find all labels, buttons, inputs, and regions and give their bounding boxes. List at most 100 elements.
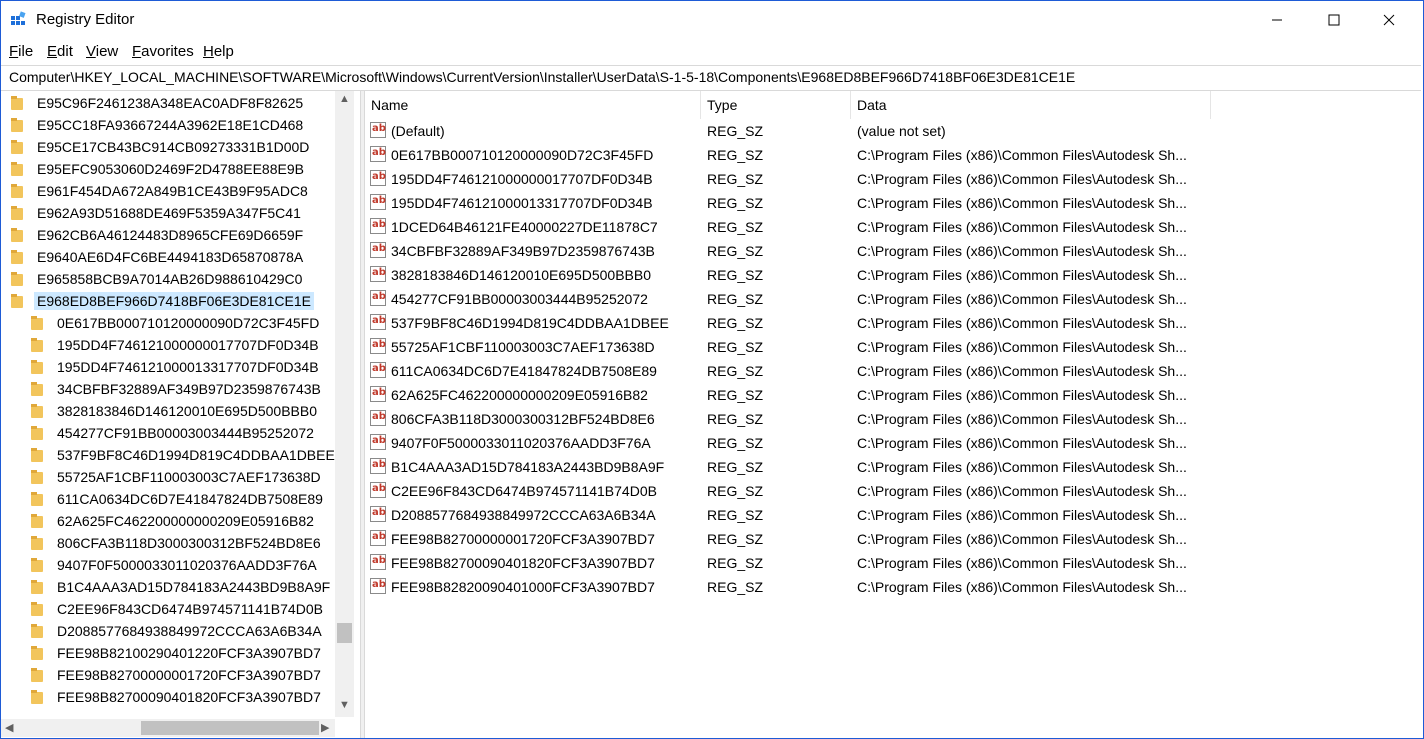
value-row[interactable]: ab 195DD4F746121000013317707DF0D34B REG_SZ… — [364, 191, 1364, 215]
scroll-left-icon[interactable]: ◀ — [5, 721, 13, 734]
tree-vertical-scrollbar[interactable]: ▲ ▼ — [335, 91, 354, 717]
value-row[interactable]: ab FEE98B82700000001720FCF3A3907BD7 REG_SZ… — [364, 527, 1364, 551]
tree-item[interactable]: C2EE96F843CD6474B974571141B74D0B — [31, 598, 323, 620]
value-row[interactable]: ab 611CA0634DC6D7E41847824DB7508E89 REG_SZ… — [364, 359, 1364, 383]
value-row[interactable]: ab 1DCED64B46121FE40000227DE11878C7 REG_SZ… — [364, 215, 1364, 239]
value-type: REG_SZ — [707, 123, 764, 139]
menu-label-rest: ile — [18, 43, 34, 60]
tree-item[interactable]: 537F9BF8C46D1994D819C4DDBAA1DBEE — [31, 444, 335, 466]
column-header-name[interactable]: Name — [364, 94, 700, 116]
value-row[interactable]: ab 3828183846D146120010E695D500BBB0 REG_SZ… — [364, 263, 1364, 287]
close-button[interactable] — [1363, 1, 1415, 39]
tree-item[interactable]: E95C96F2461238A348EAC0ADF8F82625 — [11, 92, 303, 114]
menu-label-rest: avorites — [141, 43, 194, 60]
maximize-button[interactable] — [1308, 1, 1360, 39]
scroll-up-icon[interactable]: ▲ — [339, 93, 350, 105]
address-path[interactable]: Computer\HKEY_LOCAL_MACHINE\SOFTWARE\Mic… — [9, 69, 1075, 85]
folder-icon — [31, 602, 45, 616]
menu-file[interactable]: File — [9, 43, 33, 60]
value-row[interactable]: ab 806CFA3B118D3000300312BF524BD8E6 REG_SZ… — [364, 407, 1364, 431]
tree-item[interactable]: E95CE17CB43BC914CB09273331B1D00D — [11, 136, 309, 158]
value-row[interactable]: ab 0E617BB000710120000090D72C3F45FD REG_SZ… — [364, 143, 1364, 167]
tree-item[interactable]: 195DD4F746121000013317707DF0D34B — [31, 356, 319, 378]
tree-item[interactable]: 3828183846D146120010E695D500BBB0 — [31, 400, 317, 422]
key-tree[interactable]: E95C96F2461238A348EAC0ADF8F82625 E95CC18F… — [1, 91, 357, 738]
tree-item[interactable]: D208857768493884997​2CCCA63A6B34A — [31, 620, 322, 642]
tree-item[interactable]: B1C4AAA3AD15D784183A2443BD9B8A9F — [31, 576, 330, 598]
folder-icon — [31, 514, 45, 528]
value-name: 537F9BF8C46D1994D819C4DDBAA1DBEE — [391, 315, 669, 331]
tree-item[interactable]: E95EFC9053060D2469F2D4788EE88E9B — [11, 158, 304, 180]
tree-item-label: E95C96F2461238A348EAC0ADF8F82625 — [37, 95, 304, 111]
value-type: REG_SZ — [707, 171, 764, 187]
folder-icon — [11, 294, 25, 308]
value-row[interactable]: ab 9407F0F5000033011020376AADD3F76A REG_SZ… — [364, 431, 1364, 455]
value-row[interactable]: ab 195DD4F746121000000017707DF0D34B REG_SZ… — [364, 167, 1364, 191]
value-row[interactable]: ab C2EE96F843CD6474B974571141B74D0B REG_SZ… — [364, 479, 1364, 503]
value-row[interactable]: ab 454277CF91BB00003003444B95252072 REG_SZ… — [364, 287, 1364, 311]
tree-item[interactable]: 55725AF1CBF110003003C7AEF173638D — [31, 466, 321, 488]
value-row[interactable]: ab FEE98B82820090401000FCF3A3907BD7 REG_SZ… — [364, 575, 1364, 599]
tree-item[interactable]: E95CC18FA93667244A3962E18E1CD468 — [11, 114, 303, 136]
folder-icon — [31, 448, 45, 462]
menu-edit[interactable]: Edit — [47, 43, 73, 60]
value-type: REG_SZ — [707, 363, 764, 379]
value-row[interactable]: ab FEE98B82700090401820FCF3A3907BD7 REG_SZ… — [364, 551, 1364, 575]
tree-item[interactable]: 0E617BB000710120000090D72C3F45FD — [31, 312, 319, 334]
tree-item[interactable]: FEE98B82700090401820FCF3A3907BD7 — [31, 686, 321, 708]
tree-item[interactable]: E965858BCB9A7014AB26D988610429C0 — [11, 268, 302, 290]
title-bar[interactable]: Registry Editor — [1, 1, 1423, 39]
column-header-type[interactable]: Type — [700, 94, 850, 116]
menu-help[interactable]: Help — [203, 43, 234, 60]
tree-item-label: 611CA0634DC6D7E41847824DB7508E89 — [57, 491, 323, 507]
tree-item-label: E968ED8BEF966D7418BF06E3DE81CE1E — [34, 292, 314, 310]
column-divider[interactable] — [1210, 91, 1211, 119]
value-type: REG_SZ — [707, 147, 764, 163]
column-header-data[interactable]: Data — [850, 94, 1210, 116]
value-name: (Default) — [391, 123, 445, 139]
tree-item[interactable]: 62A625FC462200000000209E05916B82 — [31, 510, 314, 532]
value-data: C:\Program Files (x86)\Common Files\Auto… — [857, 171, 1187, 187]
value-row[interactable]: ab 55725AF1CBF110003003C7AEF173638D REG_SZ… — [364, 335, 1364, 359]
value-row[interactable]: ab 537F9BF8C46D1994D819C4DDBAA1DBEE REG_SZ… — [364, 311, 1364, 335]
tree-item-label: E95CE17CB43BC914CB09273331B1D00D — [37, 139, 310, 155]
value-row[interactable]: ab 34CBFBF32889AF349B97D2359876743B REG_SZ… — [364, 239, 1364, 263]
vertical-scroll-thumb[interactable] — [337, 623, 352, 643]
tree-item[interactable]: E9640AE6D4FC6BE4494183D65870878A — [11, 246, 303, 268]
scroll-down-icon[interactable]: ▼ — [339, 699, 350, 711]
menu-view[interactable]: View — [86, 43, 118, 60]
scroll-right-icon[interactable]: ▶ — [321, 721, 329, 734]
tree-item[interactable]: 806CFA3B118D3000300312BF524BD8E6 — [31, 532, 321, 554]
value-name: 3828183846D146120010E695D500BBB0 — [391, 267, 652, 283]
menu-bar: File Edit View Favorites Help — [1, 41, 1423, 63]
tree-item-label: E962A93D51688DE469F5359A347F5C41 — [37, 205, 301, 221]
tree-item[interactable]: 454277CF91BB00003003444B95252072 — [31, 422, 314, 444]
menu-favorites[interactable]: Favorites — [132, 43, 194, 60]
values-list[interactable]: Name Type Data ab (Default) REG_SZ (value n… — [364, 91, 1423, 738]
tree-item[interactable]: 195DD4F746121000000017707DF0D34B — [31, 334, 319, 356]
tree-item-label: E95EFC9053060D2469F2D4788EE88E9B — [37, 161, 304, 177]
close-icon — [1383, 14, 1395, 26]
value-row[interactable]: ab 62A625FC462200000000209E05916B82 REG_SZ… — [364, 383, 1364, 407]
address-bar[interactable]: Computer\HKEY_LOCAL_MACHINE\SOFTWARE\Mic… — [1, 65, 1421, 91]
tree-item[interactable]: 34CBFBF32889AF349B97D2359876743B — [31, 378, 321, 400]
tree-item[interactable]: FEE98B82100290401220FCF3A3907BD7 — [31, 642, 321, 664]
tree-item[interactable]: E962CB6A46124483D8965CFE69D6659F — [11, 224, 303, 246]
value-row[interactable]: ab B1C4AAA3AD15D784183A2443BD9B8A9F REG_SZ… — [364, 455, 1364, 479]
value-type: REG_SZ — [707, 579, 764, 595]
tree-item[interactable]: E962A93D51688DE469F5359A347F5C41 — [11, 202, 301, 224]
tree-item[interactable]: 9407F0F5000033011020376AADD3F76A — [31, 554, 317, 576]
value-type: REG_SZ — [707, 531, 764, 547]
tree-item[interactable]: E961F454DA672A849B1CE43B9F95ADC8 — [11, 180, 308, 202]
tree-item[interactable]: FEE98B82700000001720FCF3A3907BD7 — [31, 664, 321, 686]
tree-horizontal-scrollbar[interactable]: ◀ ▶ — [1, 719, 335, 737]
tree-item[interactable]: 611CA0634DC6D7E41847824DB7508E89 — [31, 488, 323, 510]
folder-icon — [31, 338, 45, 352]
ab-string-value-icon: ab — [370, 314, 386, 330]
minimize-button[interactable] — [1251, 1, 1303, 39]
value-row[interactable]: ab D2088577684938849972CCCA63A6B34A REG_SZ… — [364, 503, 1364, 527]
menu-mnemonic: E — [47, 43, 58, 60]
value-row[interactable]: ab (Default) REG_SZ (value not set) — [364, 119, 1364, 143]
tree-item[interactable]: E968ED8BEF966D7418BF06E3DE81CE1E — [11, 290, 314, 312]
horizontal-scroll-thumb[interactable] — [141, 721, 319, 735]
